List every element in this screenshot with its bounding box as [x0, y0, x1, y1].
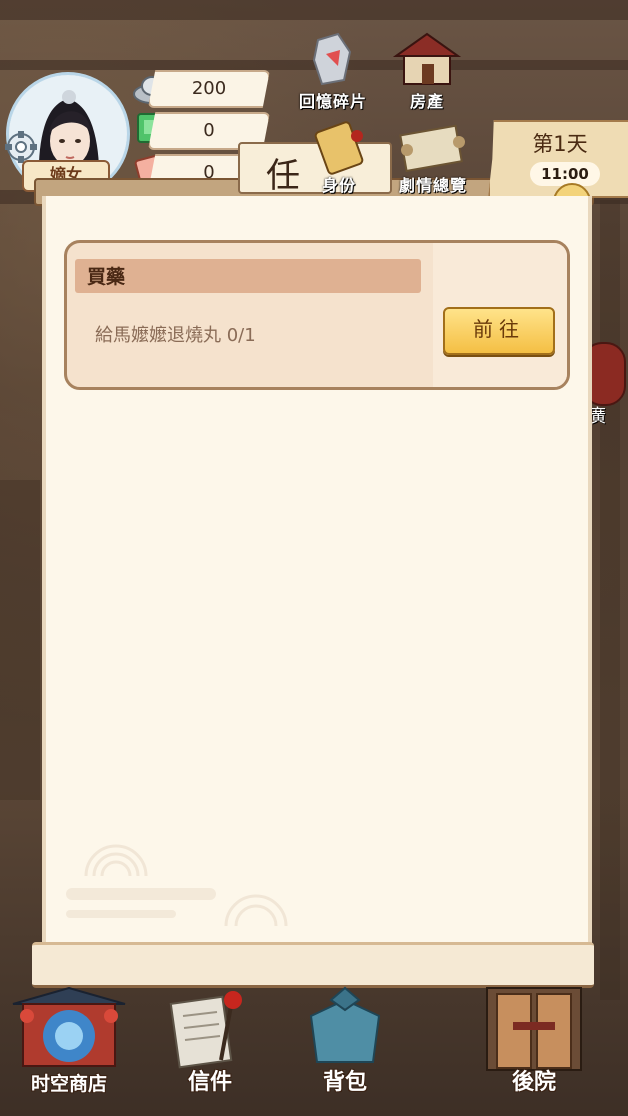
house-icon — [392, 32, 462, 85]
nav-bag-label: 背包 — [322, 1070, 367, 1095]
settings-gear-icon[interactable] — [4, 130, 38, 164]
task-card: 買藥 給馬嬤嬤退燒丸 0/1 前往 — [64, 240, 570, 390]
story-overview-button[interactable]: 劇情總覽 — [386, 120, 480, 196]
nav-letters[interactable]: 信件 — [160, 986, 260, 1096]
nav-letters-label: 信件 — [187, 1070, 232, 1095]
portal-shop-icon — [12, 986, 126, 1067]
cloud-decoration — [66, 844, 216, 918]
scroll-icon — [399, 124, 465, 173]
backyard-gate-icon — [486, 987, 582, 1071]
scroll-bottom-rod — [32, 942, 594, 988]
task-header: 買藥 — [75, 259, 421, 293]
panel-title: 任 — [266, 156, 300, 196]
day-title: 第1天 — [532, 132, 588, 156]
memory-fragments-button[interactable]: 回憶碎片 — [288, 30, 378, 112]
identity-button[interactable]: 身份 — [298, 120, 380, 196]
nav-shop[interactable]: 时空商店 — [4, 986, 134, 1096]
wood-pillar — [600, 200, 620, 1000]
task-description: 給馬嬤嬤退燒丸 0/1 — [95, 325, 256, 346]
nav-backyard-label: 後院 — [511, 1070, 556, 1095]
identity-label: 身份 — [321, 176, 356, 195]
silver-counter: 200 — [148, 70, 270, 108]
nav-bag[interactable]: 背包 — [290, 986, 400, 1096]
bag-bundle-icon — [309, 986, 381, 1063]
wood-pillar — [0, 480, 40, 800]
story-overview-label: 劇情總覽 — [398, 176, 467, 195]
nav-shop-label: 时空商店 — [30, 1073, 107, 1095]
property-button[interactable]: 房產 — [384, 30, 470, 112]
cloud-decoration — [224, 894, 288, 927]
memory-fragments-icon — [312, 32, 352, 86]
identity-token-icon — [314, 121, 364, 175]
property-label: 房產 — [409, 92, 444, 111]
nav-backyard[interactable]: 後院 — [474, 986, 594, 1096]
memory-fragments-label: 回憶碎片 — [298, 92, 367, 111]
roof-beam — [0, 0, 628, 20]
letters-icon — [169, 991, 242, 1069]
task-go-button[interactable]: 前往 — [443, 307, 555, 355]
task-name: 買藥 — [87, 266, 126, 288]
